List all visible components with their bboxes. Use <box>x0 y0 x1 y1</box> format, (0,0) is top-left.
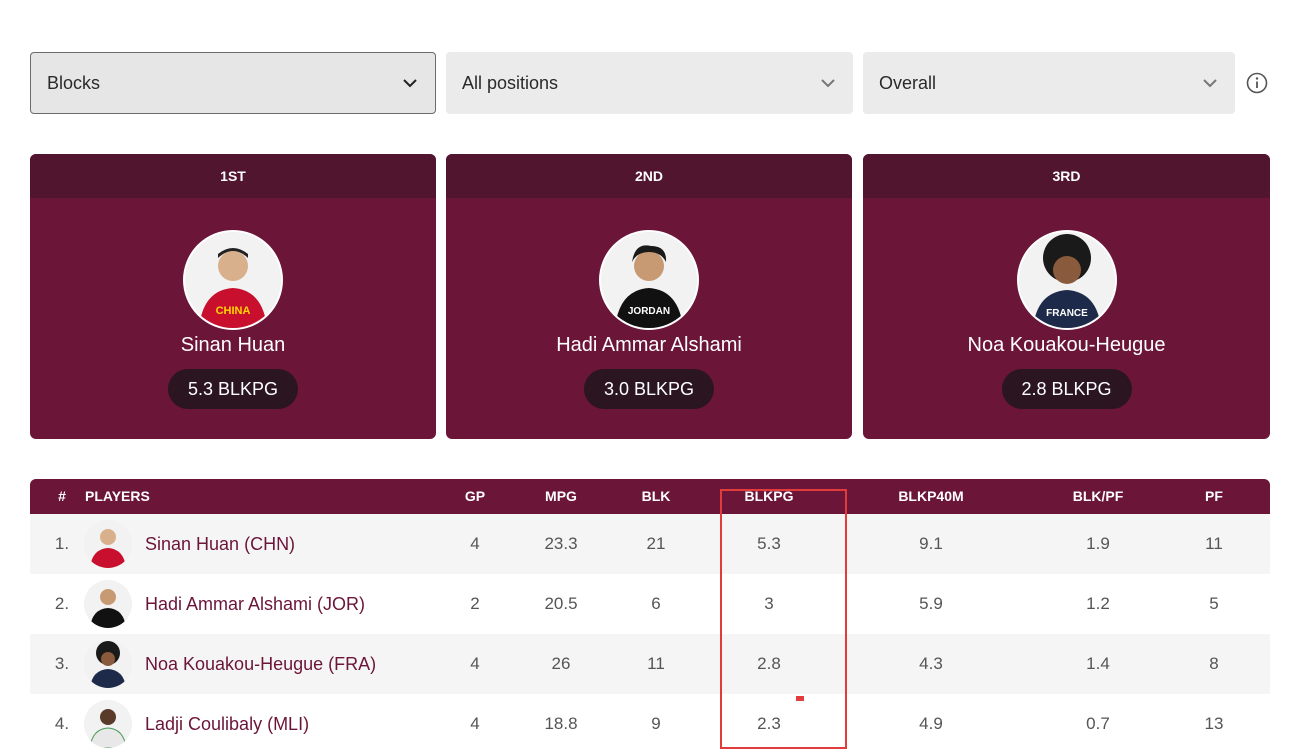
podium-stat-badge: 2.8 BLKPG <box>1001 369 1132 409</box>
player-avatar: FRANCE <box>1016 230 1117 330</box>
scope-select[interactable]: Overall <box>863 52 1235 114</box>
row-blkpg: 2.8 <box>757 654 781 673</box>
row-blkpf: 0.7 <box>1086 714 1110 733</box>
header-mpg[interactable]: MPG <box>545 479 577 514</box>
player-avatar <box>84 520 132 568</box>
table-row[interactable]: 4. Ladji Coulibaly (MLI) 4 18.8 9 2.3 4.… <box>30 694 1270 753</box>
podium-card-third[interactable]: 3RD FRANCE Noa Kouakou-Heugue 2.8 BLKPG <box>863 154 1270 439</box>
scope-select-value: Overall <box>879 72 937 93</box>
row-player-link[interactable]: Hadi Ammar Alshami (JOR) <box>145 574 365 634</box>
row-blkp40m: 5.9 <box>919 594 943 613</box>
chevron-down-icon <box>403 79 417 88</box>
row-blkpf: 1.4 <box>1086 654 1110 673</box>
row-blkp40m: 4.3 <box>919 654 943 673</box>
podium-stat-badge: 5.3 BLKPG <box>167 369 299 409</box>
podium-player-name: Hadi Ammar Alshami <box>556 334 742 356</box>
row-gp: 4 <box>470 714 480 733</box>
position-select-value: All positions <box>462 72 559 93</box>
row-blkp40m: 9.1 <box>919 534 943 553</box>
row-blk: 21 <box>646 534 666 553</box>
row-rank: 3. <box>54 654 70 673</box>
header-players[interactable]: PLAYERS <box>85 479 150 514</box>
svg-text:CHINA: CHINA <box>216 305 251 317</box>
row-gp: 4 <box>470 534 480 553</box>
table-header: # PLAYERS GP MPG BLK BLKPG BLKP40M BLK/P… <box>30 479 1270 514</box>
row-blkpg: 3 <box>764 594 774 613</box>
podium-rank: 3RD <box>863 154 1270 198</box>
podium-rank: 2ND <box>446 154 852 198</box>
row-gp: 4 <box>470 654 480 673</box>
table-row[interactable]: 2. Hadi Ammar Alshami (JOR) 2 20.5 6 3 5… <box>30 574 1270 634</box>
row-mpg: 26 <box>551 654 571 673</box>
podium-card-first[interactable]: 1ST CHINA Sinan Huan 5.3 BLKPG <box>30 154 436 439</box>
row-blk: 9 <box>651 714 661 733</box>
stat-select[interactable]: Blocks <box>30 52 436 114</box>
stats-table: # PLAYERS GP MPG BLK BLKPG BLKP40M BLK/P… <box>30 479 1270 753</box>
row-blkpf: 1.9 <box>1086 534 1110 553</box>
row-pf: 5 <box>1209 594 1219 613</box>
row-player-link[interactable]: Noa Kouakou-Heugue (FRA) <box>145 634 376 694</box>
row-pf: 8 <box>1209 654 1219 673</box>
header-blkpg[interactable]: BLKPG <box>745 479 794 514</box>
row-gp: 2 <box>470 594 480 613</box>
row-pf: 13 <box>1204 714 1224 733</box>
row-rank: 2. <box>54 594 70 613</box>
cursor-marker <box>796 696 804 701</box>
row-mpg: 20.5 <box>544 594 578 613</box>
row-blk: 11 <box>647 654 665 673</box>
chevron-down-icon <box>821 79 835 88</box>
podium-player-name: Noa Kouakou-Heugue <box>967 334 1166 356</box>
svg-text:FRANCE: FRANCE <box>1046 308 1088 319</box>
row-mpg: 23.3 <box>544 534 578 553</box>
player-avatar: JORDAN <box>599 230 699 330</box>
position-select[interactable]: All positions <box>446 52 853 114</box>
player-avatar: CHINA <box>183 230 283 330</box>
player-avatar <box>84 640 132 688</box>
chevron-down-icon <box>1203 79 1217 88</box>
podium-rank: 1ST <box>30 154 436 198</box>
row-rank: 4. <box>54 714 70 733</box>
table-row[interactable]: 1. Sinan Huan (CHN) 4 23.3 21 5.3 9.1 1.… <box>30 514 1270 574</box>
header-num: # <box>58 488 66 504</box>
row-blkpg: 2.3 <box>757 714 781 733</box>
podium-card-second[interactable]: 2ND JORDAN Hadi Ammar Alshami 3.0 BLKPG <box>446 154 852 439</box>
podium: 1ST CHINA Sinan Huan 5.3 BLKPG 2ND JORDA… <box>30 154 1270 439</box>
row-player-link[interactable]: Sinan Huan (CHN) <box>145 514 295 574</box>
header-pf[interactable]: PF <box>1205 479 1223 514</box>
svg-text:JORDAN: JORDAN <box>628 306 670 317</box>
podium-player-name: Sinan Huan <box>180 334 286 356</box>
row-player-link[interactable]: Ladji Coulibaly (MLI) <box>145 694 309 753</box>
row-blkpg: 5.3 <box>757 534 781 553</box>
row-blk: 6 <box>651 594 661 613</box>
table-row[interactable]: 3. Noa Kouakou-Heugue (FRA) 4 26 11 2.8 … <box>30 634 1270 694</box>
header-blkp40m[interactable]: BLKP40M <box>898 479 963 514</box>
row-blkpf: 1.2 <box>1086 594 1110 613</box>
header-gp[interactable]: GP <box>465 479 485 514</box>
info-icon[interactable] <box>1246 72 1268 94</box>
row-blkp40m: 4.9 <box>919 714 943 733</box>
filters-bar: Blocks All positions Overall <box>30 52 1270 114</box>
stat-select-value: Blocks <box>47 72 101 93</box>
player-avatar <box>84 700 132 748</box>
header-blk[interactable]: BLK <box>642 479 671 514</box>
row-pf: 11 <box>1205 534 1223 553</box>
row-mpg: 18.8 <box>544 714 578 733</box>
podium-stat-badge: 3.0 BLKPG <box>583 369 715 409</box>
player-avatar <box>84 580 132 628</box>
header-blkpf[interactable]: BLK/PF <box>1073 479 1124 514</box>
row-rank: 1. <box>54 534 70 553</box>
